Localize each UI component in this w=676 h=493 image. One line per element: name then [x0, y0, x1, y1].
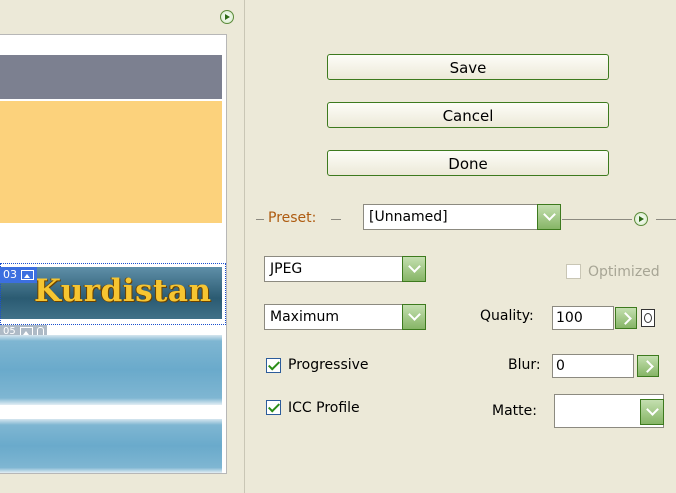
- optimize-menu-icon[interactable]: [634, 212, 648, 226]
- icc-profile-label: ICC Profile: [288, 400, 360, 416]
- preview-canvas[interactable]: Kurdistan 03 05: [0, 34, 227, 474]
- panel-divider: [244, 0, 245, 493]
- slice-03-number: 03: [3, 268, 17, 281]
- preset-value: [Unnamed]: [369, 209, 448, 225]
- compression-quality-select[interactable]: Maximum: [264, 304, 426, 330]
- blur-input[interactable]: 0: [552, 354, 634, 378]
- preset-label: Preset:: [268, 210, 317, 226]
- progressive-checkbox[interactable]: [266, 358, 281, 373]
- chevron-down-icon[interactable]: [402, 304, 426, 330]
- compression-value: Maximum: [270, 309, 339, 325]
- slice-03-badge[interactable]: 03: [0, 267, 37, 283]
- chevron-down-icon[interactable]: [537, 204, 561, 230]
- blur-slider-button[interactable]: [637, 355, 659, 377]
- image-slice-icon: [21, 270, 34, 280]
- preset-select[interactable]: [Unnamed]: [363, 204, 561, 230]
- preset-row: Preset: [Unnamed]: [256, 204, 676, 230]
- preset-divider: [656, 219, 676, 220]
- blur-label: Blur:: [508, 357, 541, 373]
- format-value: JPEG: [270, 261, 303, 277]
- save-button[interactable]: Save: [327, 54, 609, 80]
- optimized-label: Optimized: [588, 264, 660, 280]
- preview-grey-band: [0, 55, 222, 99]
- image-preview-panel: Kurdistan 03 05: [0, 0, 244, 493]
- preview-menu-icon[interactable]: [220, 10, 234, 24]
- quality-slider-button[interactable]: [615, 307, 637, 329]
- cancel-button[interactable]: Cancel: [327, 102, 609, 128]
- matte-select[interactable]: [554, 394, 664, 428]
- preview-yellow-band: [0, 101, 222, 223]
- icc-profile-checkbox[interactable]: [266, 400, 281, 415]
- quality-input[interactable]: 100: [552, 306, 614, 330]
- optimized-checkbox[interactable]: [566, 264, 581, 279]
- preset-divider: [331, 219, 341, 220]
- preview-blue-band-1: [0, 335, 222, 405]
- preset-divider: [562, 219, 632, 220]
- optimize-settings-panel: Save Cancel Done Preset: [Unnamed] JPEG …: [244, 0, 676, 493]
- chevron-down-icon[interactable]: [402, 256, 426, 282]
- preview-blue-band-2: [0, 419, 222, 473]
- quality-mask-icon[interactable]: [641, 309, 655, 327]
- matte-label: Matte:: [492, 403, 537, 419]
- format-select[interactable]: JPEG: [264, 256, 426, 282]
- preset-divider: [256, 219, 264, 220]
- progressive-label: Progressive: [288, 357, 369, 373]
- quality-label: Quality:: [480, 308, 534, 324]
- chevron-down-icon[interactable]: [640, 399, 664, 425]
- done-button[interactable]: Done: [327, 150, 609, 176]
